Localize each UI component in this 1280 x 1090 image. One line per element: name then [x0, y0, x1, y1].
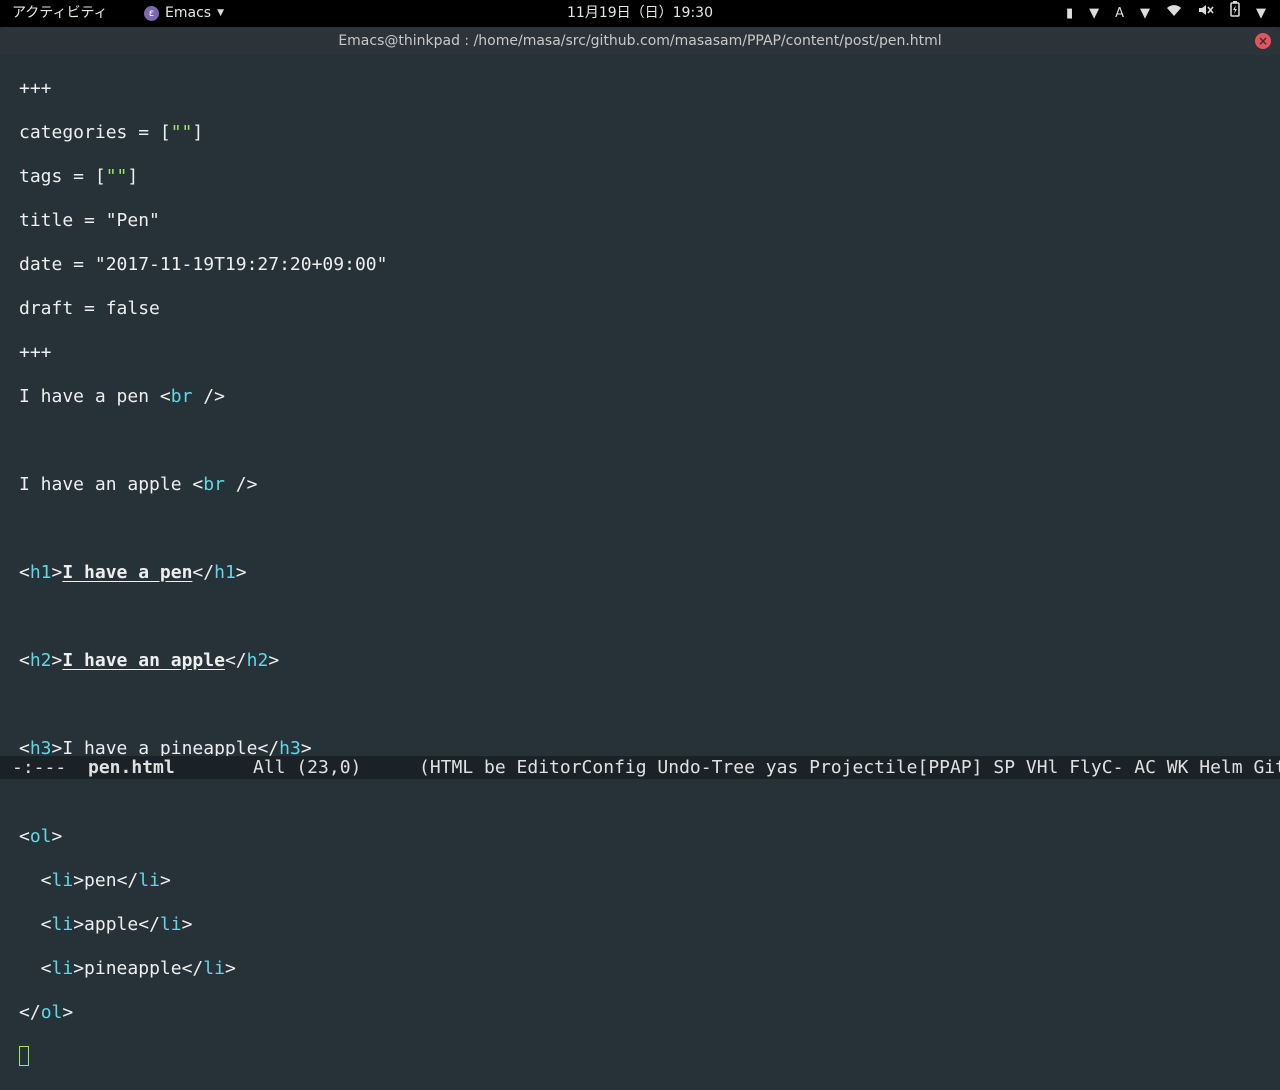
wifi-icon[interactable]	[1166, 0, 1182, 27]
battery-icon[interactable]	[1230, 0, 1240, 27]
code-line	[19, 1046, 1280, 1068]
window-title-bar[interactable]: Emacs@thinkpad : /home/masa/src/github.c…	[0, 27, 1280, 55]
chevron-down-icon: ▼	[1140, 6, 1150, 21]
clipboard-icon[interactable]: ▮	[1066, 0, 1073, 27]
code-line: +++	[19, 78, 52, 99]
mode-line-modes[interactable]: (HTML be EditorConfig Undo-Tree yas Proj…	[419, 756, 1280, 779]
code-line: title = "Pen"	[19, 210, 160, 231]
code-line: +++	[19, 342, 52, 363]
code-line: <h2>I have an apple</h2>	[19, 650, 280, 671]
code-line: <li>pineapple</li>	[19, 958, 236, 979]
mode-line-buffer-name[interactable]: pen.html	[88, 756, 175, 779]
code-line: <li>pen</li>	[19, 870, 171, 891]
input-method-indicator[interactable]: A	[1115, 0, 1124, 27]
code-line: <li>apple</li>	[19, 914, 193, 935]
volume-muted-icon[interactable]	[1198, 0, 1214, 27]
code-line: tags = [""]	[19, 166, 139, 187]
mode-line[interactable]: -:--- pen.html All (23,0) (HTML be Edito…	[0, 756, 1280, 779]
chevron-down-icon: ▼	[1089, 6, 1100, 21]
code-line: <h1>I have a pen</h1>	[19, 562, 247, 583]
minibuffer[interactable]	[0, 779, 1280, 800]
code-line: draft = false	[19, 298, 160, 319]
mode-line-status: -:---	[12, 757, 67, 778]
system-top-bar: アクティビティ ε Emacs ▼ 11月19日（日）19:30 ▮ ▼ A ▼…	[0, 0, 1280, 27]
text-cursor	[19, 1046, 29, 1066]
code-line: <ol>	[19, 826, 63, 847]
code-line: categories = [""]	[19, 122, 204, 143]
code-line: I have an apple <br />	[19, 474, 258, 495]
code-line: I have a pen <br />	[19, 386, 225, 407]
mode-line-position: All (23,0)	[253, 757, 362, 778]
system-tray[interactable]: ▮ ▼ A ▼ ▼	[1066, 0, 1266, 27]
editor-buffer[interactable]: +++ categories = [""] tags = [""] title …	[19, 56, 1280, 1066]
chevron-down-icon: ▼	[1256, 6, 1266, 21]
window-title: Emacs@thinkpad : /home/masa/src/github.c…	[338, 33, 942, 49]
code-line: date = "2017-11-19T19:27:20+09:00"	[19, 254, 388, 275]
close-icon[interactable]: ×	[1255, 33, 1271, 49]
code-line: </ol>	[19, 1002, 74, 1023]
